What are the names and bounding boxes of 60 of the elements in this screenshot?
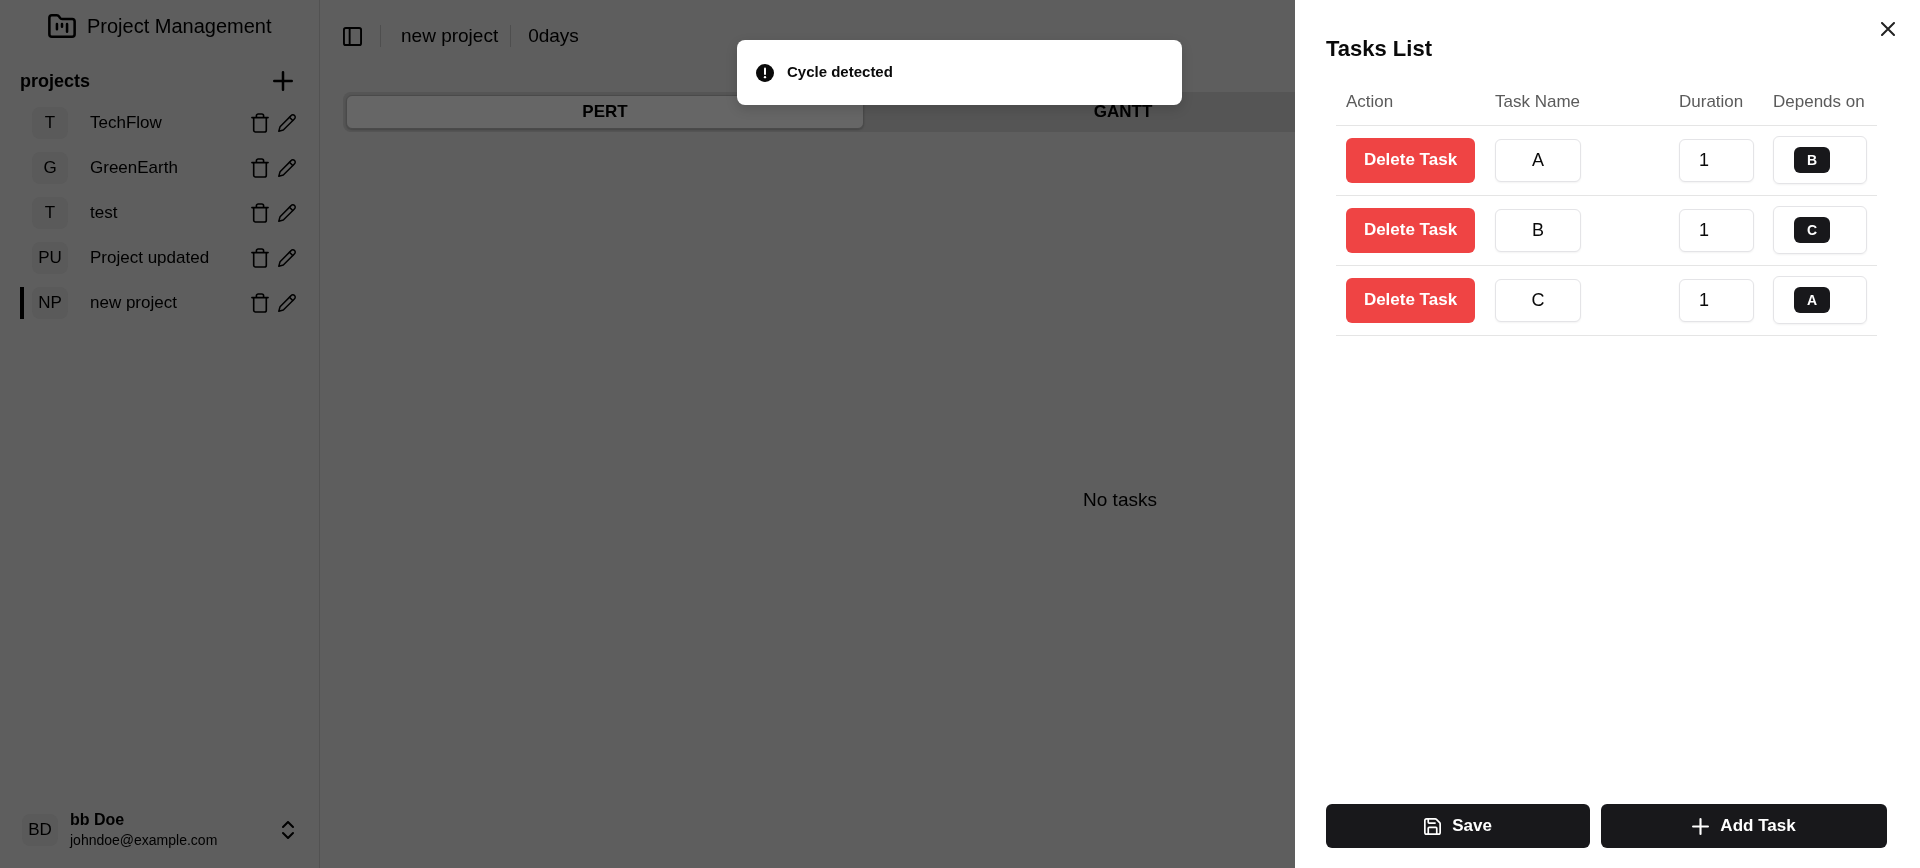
folder-icon [48,14,76,38]
add-task-button[interactable]: Add Task [1601,804,1887,848]
trash-icon[interactable] [251,248,269,268]
task-name-input[interactable]: A [1495,138,1581,182]
delete-task-button[interactable]: Delete Task [1346,137,1475,183]
project-avatar: NP [32,287,68,319]
app-title: Project Management [87,14,272,38]
section-label: projects [20,70,91,93]
trash-icon[interactable] [251,203,269,223]
close-icon[interactable] [1881,22,1895,36]
project-title: new project [401,23,499,48]
user-name: bb Doe [70,810,126,830]
dependency-tag: A [1794,287,1830,313]
empty-message: No tasks [1083,487,1157,512]
trash-icon[interactable] [251,158,269,178]
column-header: Depends on [1763,78,1877,125]
pencil-icon[interactable] [278,159,296,177]
depends-on-field[interactable]: A [1773,276,1867,324]
pencil-icon[interactable] [278,114,296,132]
project-duration: 0days [528,23,579,48]
pencil-icon[interactable] [278,204,296,222]
depends-on-field[interactable]: C [1773,206,1867,254]
column-header: Task Name [1485,78,1669,125]
user-email: johndoe@example.com [70,831,218,850]
panel-icon[interactable] [343,26,362,46]
project-avatar: T [32,107,68,139]
plus-icon [1692,817,1710,835]
save-icon [1424,817,1442,835]
tab[interactable]: PERT [346,95,864,129]
duration-input[interactable]: 1 [1679,138,1754,182]
save-button[interactable]: Save [1326,804,1590,848]
delete-task-button[interactable]: Delete Task [1346,277,1475,323]
task-name-input[interactable]: B [1495,208,1581,252]
plus-icon[interactable] [273,71,293,91]
project-name: TechFlow [90,112,162,135]
chevrons-icon[interactable] [282,821,294,839]
project-name: Project updated [90,247,210,270]
task-name-input[interactable]: C [1495,278,1581,322]
column-header: Duration [1669,78,1763,125]
dependency-tag: B [1794,147,1830,173]
delete-task-button[interactable]: Delete Task [1346,207,1475,253]
column-header: Action [1336,78,1485,125]
duration-input[interactable]: 1 [1679,278,1754,322]
trash-icon[interactable] [251,113,269,133]
project-name: test [90,202,118,225]
alert-icon [756,63,774,82]
duration-input[interactable]: 1 [1679,208,1754,252]
pencil-icon[interactable] [278,249,296,267]
project-name: GreenEarth [90,157,178,180]
project-name: new project [90,292,177,315]
project-avatar: T [32,197,68,229]
panel-title: Tasks List [1326,36,1432,62]
user-avatar: BD [22,814,58,846]
trash-icon[interactable] [251,293,269,313]
project-avatar: PU [32,242,68,274]
pencil-icon[interactable] [278,294,296,312]
project-avatar: G [32,152,68,184]
dependency-tag: C [1794,217,1830,243]
toast-message: Cycle detected [787,62,893,83]
depends-on-field[interactable]: B [1773,136,1867,184]
